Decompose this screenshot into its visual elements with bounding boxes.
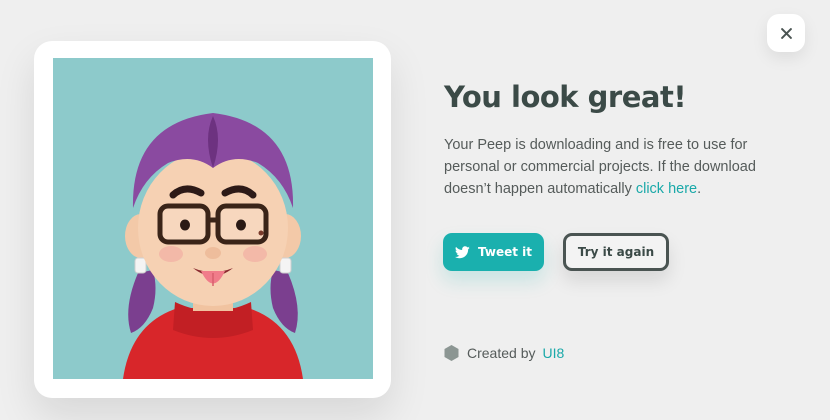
twitter-bird-icon <box>455 245 470 258</box>
credit: Created by UI8 <box>443 344 564 362</box>
hexagon-logo-icon <box>444 345 459 361</box>
avatar-illustration <box>53 58 373 379</box>
avatar-preview <box>53 58 373 379</box>
close-icon <box>780 27 792 39</box>
credit-label: Created by <box>467 345 536 361</box>
tweet-button-label: Tweet it <box>478 245 532 259</box>
description-period: . <box>697 181 702 197</box>
page-title: You look great! <box>444 80 687 114</box>
try-again-button[interactable]: Try it again <box>563 233 669 271</box>
avatar-card <box>34 41 391 398</box>
click-here-link[interactable]: click here <box>636 181 697 197</box>
tweet-button[interactable]: Tweet it <box>443 233 544 271</box>
download-description: Your Peep is downloading and is free to … <box>444 134 774 200</box>
description-text: Your Peep is downloading and is free to … <box>444 137 756 197</box>
close-button[interactable] <box>767 14 805 52</box>
ui8-link[interactable]: UI8 <box>542 345 564 361</box>
try-again-label: Try it again <box>577 245 655 259</box>
